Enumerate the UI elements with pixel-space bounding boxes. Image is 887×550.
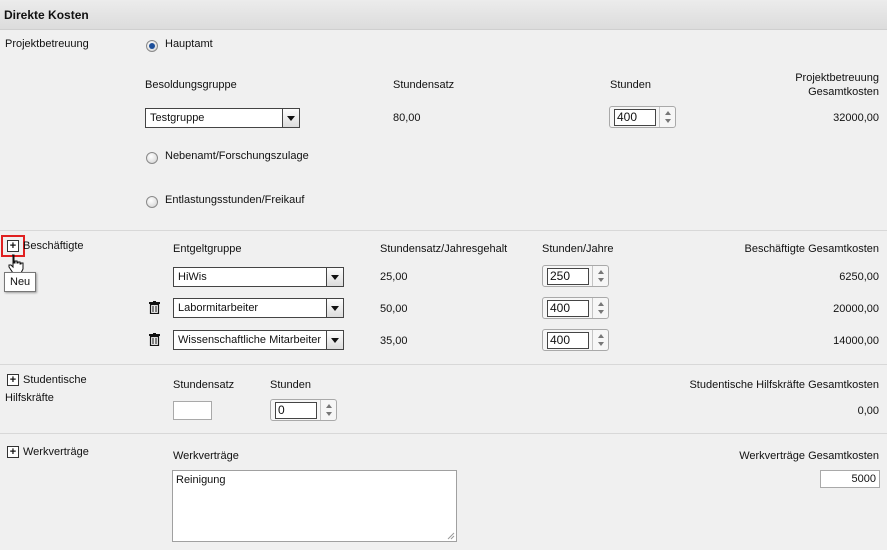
add-werkvertraege-button[interactable]: + — [7, 446, 19, 458]
stud-gesamt-value: 0,00 — [857, 405, 879, 417]
resize-handle-icon[interactable] — [446, 531, 455, 540]
stepper-arrows[interactable] — [659, 107, 675, 127]
stunden-jahre-header: Stunden/Jahre — [542, 243, 614, 255]
projektbetreuung-gesamt-value: 32000,00 — [833, 112, 879, 124]
row-stunden-stepper[interactable]: 400 — [542, 297, 609, 319]
add-beschaeftigte-button[interactable]: + — [7, 240, 19, 252]
row-stunden-stepper[interactable]: 250 — [542, 265, 609, 287]
row-satz: 35,00 — [380, 335, 408, 347]
dropdown-button[interactable] — [326, 299, 343, 317]
new-tooltip: Neu — [4, 272, 37, 292]
row-gesamt: 20000,00 — [833, 303, 879, 315]
add-studentische-button[interactable]: + — [7, 374, 19, 386]
werk-gesamt-input[interactable]: 5000 — [820, 470, 880, 488]
stundensatz-header: Stundensatz — [393, 79, 455, 91]
row-stunden-input[interactable]: 250 — [547, 267, 589, 285]
arrow-up-icon[interactable] — [597, 270, 604, 274]
nebenamt-radio[interactable] — [146, 152, 158, 164]
row-stunden-stepper[interactable]: 400 — [542, 329, 609, 351]
entlastung-label: Entlastungsstunden/Freikauf — [165, 194, 305, 206]
arrow-down-icon[interactable] — [597, 342, 604, 346]
arrow-down-icon[interactable] — [325, 412, 332, 416]
chevron-down-icon — [287, 115, 295, 121]
row-satz: 50,00 — [380, 303, 408, 315]
besoldung-select[interactable]: Testgruppe — [145, 108, 300, 128]
entgelt-select[interactable]: Wissenschaftliche Mitarbeiter — [173, 330, 344, 350]
werk-header: Werkverträge — [173, 450, 239, 462]
chevron-down-icon — [331, 337, 339, 343]
entgelt-select-value: Wissenschaftliche Mitarbeiter — [178, 334, 322, 346]
werk-textarea[interactable]: Reinigung — [172, 470, 457, 542]
gesamt-header-line1: Projektbetreuung — [795, 72, 879, 84]
section-header — [0, 0, 887, 30]
dropdown-button[interactable] — [282, 109, 299, 127]
hauptamt-radio[interactable] — [146, 40, 158, 52]
dropdown-button[interactable] — [326, 268, 343, 286]
row-satz: 25,00 — [380, 271, 408, 283]
werkvertraege-label: Werkverträge — [23, 446, 89, 458]
entgelt-select-value: Labormitarbeiter — [178, 302, 259, 314]
stepper-arrows[interactable] — [320, 400, 336, 420]
besoldung-header: Besoldungsgruppe — [145, 79, 237, 91]
stud-stunden-stepper[interactable]: 0 — [270, 399, 337, 421]
row-stunden-input[interactable]: 400 — [547, 299, 589, 317]
stepper-arrows[interactable] — [592, 298, 608, 318]
stunden-header: Stunden — [610, 79, 651, 91]
projektbetreuung-gesamt-header: Projektbetreuung Gesamtkosten — [795, 71, 879, 99]
arrow-down-icon[interactable] — [664, 119, 671, 123]
row-gesamt: 14000,00 — [833, 335, 879, 347]
nebenamt-label: Nebenamt/Forschungszulage — [165, 150, 309, 162]
gesamt-header-line2: Gesamtkosten — [808, 86, 879, 98]
stundensatz-jahresgehalt-header: Stundensatz/Jahresgehalt — [380, 243, 508, 255]
arrow-up-icon[interactable] — [325, 404, 332, 408]
arrow-up-icon[interactable] — [664, 111, 671, 115]
section-title: Direkte Kosten — [4, 8, 89, 22]
entlastung-radio[interactable] — [146, 196, 158, 208]
chevron-down-icon — [331, 274, 339, 280]
werk-gesamt-header: Werkverträge Gesamtkosten — [739, 450, 879, 462]
entgelt-header: Entgeltgruppe — [173, 243, 242, 255]
besoldung-select-value: Testgruppe — [150, 112, 205, 124]
arrow-down-icon[interactable] — [597, 278, 604, 282]
stepper-arrows[interactable] — [592, 266, 608, 286]
trash-icon[interactable] — [149, 333, 160, 346]
beschaeftigte-label: Beschäftigte — [23, 240, 84, 252]
arrow-up-icon[interactable] — [597, 334, 604, 338]
entgelt-select[interactable]: HiWis — [173, 267, 344, 287]
entgelt-select-value: HiWis — [178, 271, 207, 283]
stud-gesamt-header: Studentische Hilfskräfte Gesamtkosten — [689, 379, 879, 391]
row-stunden-input[interactable]: 400 — [547, 331, 589, 349]
projektbetreuung-label: Projektbetreuung — [5, 38, 89, 50]
stundensatz-value: 80,00 — [393, 112, 421, 124]
arrow-down-icon[interactable] — [597, 310, 604, 314]
stud-stundensatz-input[interactable] — [173, 401, 212, 420]
studentische-label-line1: Studentische — [23, 374, 87, 386]
studentische-label-line2: Hilfskräfte — [5, 392, 54, 404]
dropdown-button[interactable] — [326, 331, 343, 349]
entgelt-select[interactable]: Labormitarbeiter — [173, 298, 344, 318]
beschaeftigte-gesamt-header: Beschäftigte Gesamtkosten — [744, 243, 879, 255]
stunden-stepper[interactable]: 400 — [609, 106, 676, 128]
stud-stundensatz-header: Stundensatz — [173, 379, 235, 391]
trash-icon[interactable] — [149, 301, 160, 314]
stunden-input[interactable]: 400 — [614, 108, 656, 126]
arrow-up-icon[interactable] — [597, 302, 604, 306]
divider — [0, 364, 887, 365]
row-gesamt: 6250,00 — [839, 271, 879, 283]
divider — [0, 230, 887, 231]
stud-stunden-input[interactable]: 0 — [275, 401, 317, 419]
stepper-arrows[interactable] — [592, 330, 608, 350]
chevron-down-icon — [331, 305, 339, 311]
stud-stunden-header: Stunden — [270, 379, 311, 391]
divider — [0, 433, 887, 434]
hauptamt-label: Hauptamt — [165, 38, 213, 50]
